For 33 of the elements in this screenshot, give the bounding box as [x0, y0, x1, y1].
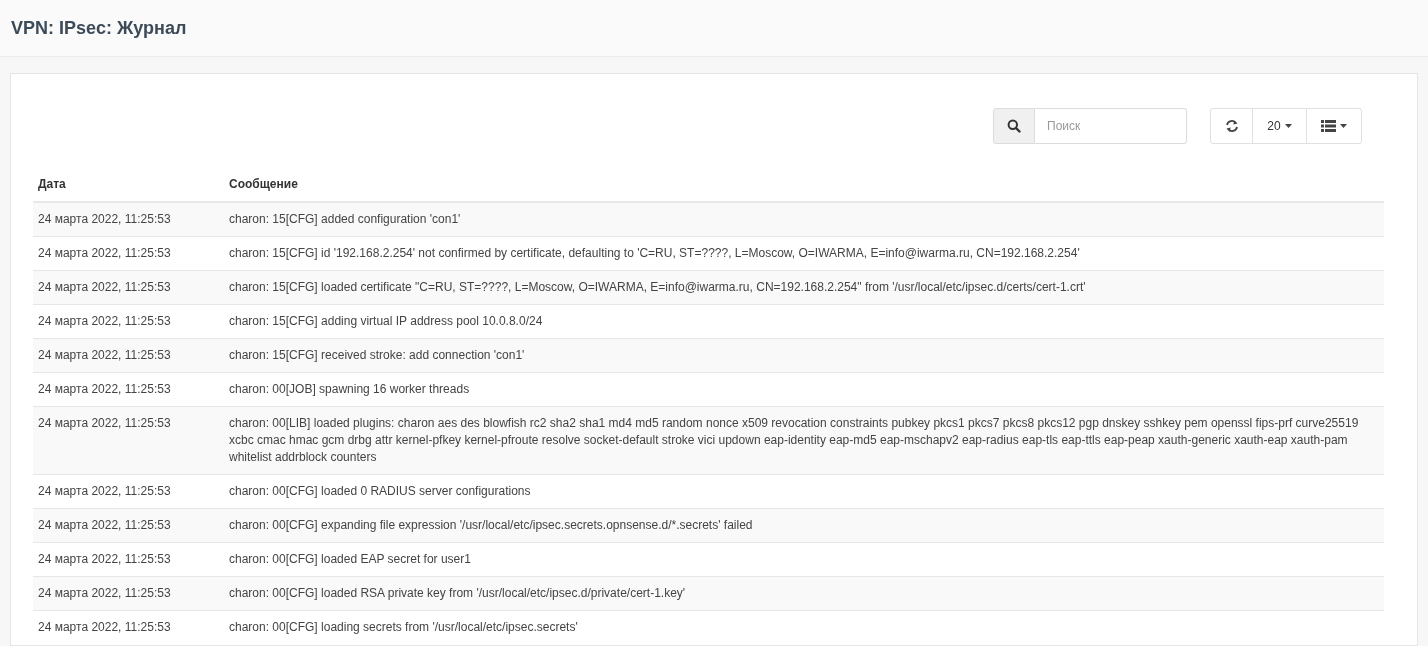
date-cell: 24 марта 2022, 11:25:53 — [33, 202, 224, 237]
column-header[interactable]: Сообщение — [224, 167, 1384, 202]
refresh-icon — [1224, 119, 1239, 133]
message-cell: charon: 00[JOB] spawning 16 worker threads — [224, 372, 1384, 407]
date-cell: 24 марта 2022, 11:25:53 — [33, 338, 224, 373]
message-cell: charon: 15[CFG] adding virtual IP address pool 10.0.8.0/24 — [224, 304, 1384, 339]
date-cell: 24 марта 2022, 11:25:53 — [33, 474, 224, 509]
message-cell: charon: 00[CFG] loaded 0 RADIUS server configurations — [224, 474, 1384, 509]
date-cell: 24 марта 2022, 11:25:53 — [33, 304, 224, 339]
date-cell: 24 марта 2022, 11:25:53 — [33, 610, 224, 644]
date-cell: 24 марта 2022, 11:25:53 — [33, 406, 224, 475]
search-icon[interactable] — [993, 108, 1035, 144]
list-icon — [1321, 120, 1336, 132]
message-cell: charon: 00[CFG] loaded RSA private key from '/usr/local/etc/ipsec.d/private/cert-1.key' — [224, 576, 1384, 611]
date-cell: 24 марта 2022, 11:25:53 — [33, 236, 224, 271]
message-cell: charon: 00[CFG] expanding file expression '/usr/local/etc/ipsec.secrets.opnsense.d/*.secrets' failed — [224, 508, 1384, 543]
message-cell: charon: 15[CFG] received stroke: add connection 'con1' — [224, 338, 1384, 373]
date-cell: 24 марта 2022, 11:25:53 — [33, 508, 224, 543]
message-cell: charon: 00[LIB] loaded plugins: charon aes des blowfish rc2 sha2 sha1 md4 md5 random nonce x509 revocation constraints pubkey pkcs1 pkcs7 pkcs8 pkcs12 pgp dnskey sshkey pem openssl fips-prf curve25519 xcbc cmac hmac gcm drbg attr kernel-pfkey kernel-pfroute resolve socket-default stroke vici updown eap-identity eap-md5 eap-mschapv2 eap-radius eap-tls eap-ttls eap-peap xauth-generic xauth-eap xauth-pam whitelist addrblock counters — [224, 406, 1384, 475]
date-cell: 24 марта 2022, 11:25:53 — [33, 576, 224, 611]
date-cell: 24 марта 2022, 11:25:53 — [33, 270, 224, 305]
message-cell: charon: 15[CFG] loaded certificate "C=RU, ST=????, L=Moscow, O=IWARMA, E=info@iwarma.ru, CN=192.168.2.254" from '/usr/local/etc/ipsec.d/certs/cert-1.crt' — [224, 270, 1384, 305]
caret-icon — [1284, 124, 1292, 128]
message-cell: charon: 00[CFG] loading secrets from '/usr/local/etc/ipsec.secrets' — [224, 610, 1384, 644]
message-cell: charon: 15[CFG] id '192.168.2.254' not confirmed by certificate, defaulting to 'C=RU, ST=????, L=Moscow, O=IWARMA, E=info@iwarma.ru, CN=192.168.2.254' — [224, 236, 1384, 271]
page-title: VPN: IPsec: Журнал — [11, 16, 187, 40]
search-field[interactable]: Поиск — [1035, 108, 1187, 144]
message-cell: charon: 00[CFG] loaded EAP secret for user1 — [224, 542, 1384, 577]
message-cell: charon: 15[CFG] added configuration 'con1' — [224, 202, 1384, 237]
caret-icon — [1340, 124, 1347, 128]
date-cell: 24 марта 2022, 11:25:53 — [33, 372, 224, 407]
date-cell: 24 марта 2022, 11:25:53 — [33, 542, 224, 577]
column-header[interactable]: Дата — [33, 167, 224, 202]
